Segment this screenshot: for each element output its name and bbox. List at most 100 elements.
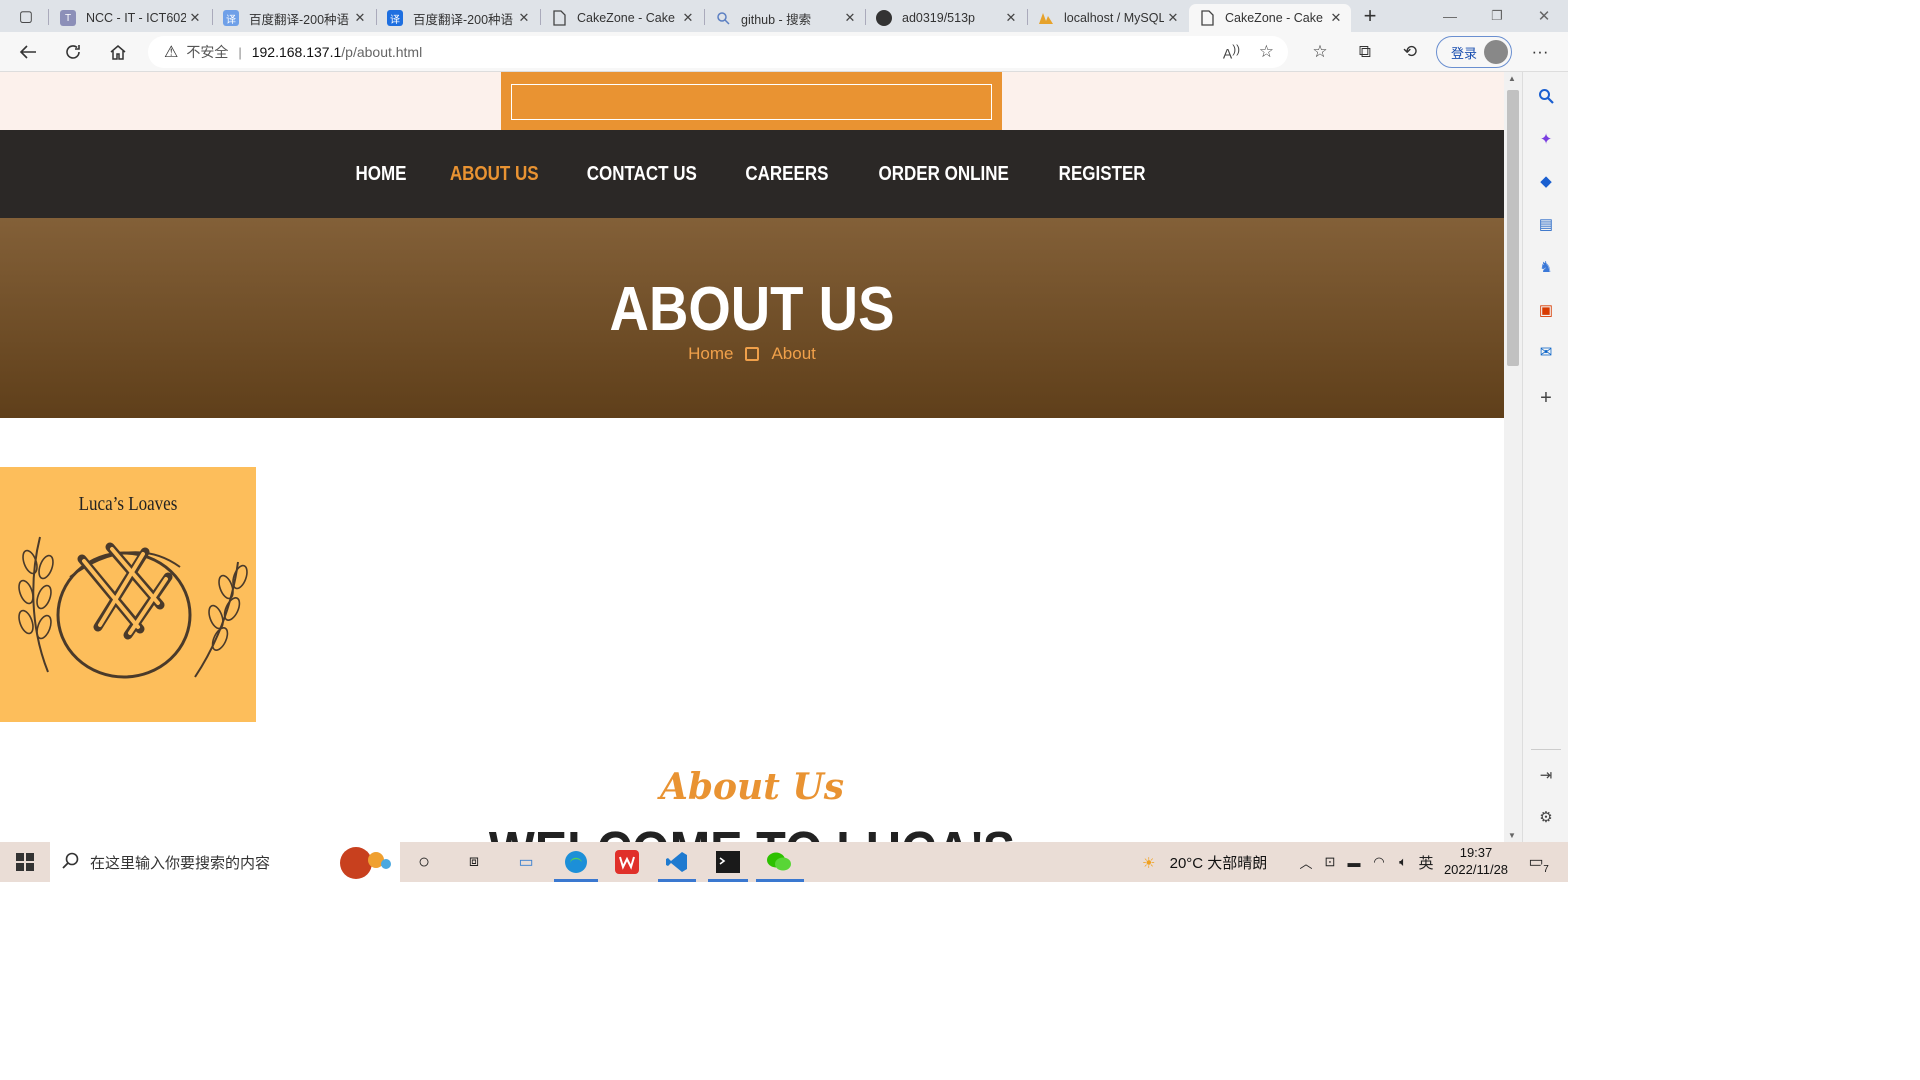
vscode-active-indicator	[658, 879, 696, 882]
sidebar-collapse-icon[interactable]: ⇥	[1536, 765, 1556, 785]
edge-active-indicator	[554, 879, 598, 882]
wps-office-icon[interactable]	[613, 848, 641, 876]
page-scrollbar[interactable]: ▲ ▼	[1504, 72, 1522, 842]
login-button[interactable]: 登录	[1436, 36, 1512, 68]
tab-1[interactable]: T NCC - IT - ICT602 ✕	[50, 4, 210, 32]
sidebar-outlook-icon[interactable]: ✉	[1536, 342, 1556, 362]
sidebar-shopping-icon[interactable]: ◆	[1536, 171, 1556, 191]
nav-order-online[interactable]: ORDER ONLINE	[878, 163, 1008, 186]
wechat-icon[interactable]	[765, 848, 793, 876]
tab-title: CakeZone - Cake	[577, 11, 675, 25]
windows-taskbar: 在这里输入你要搜索的内容 ○ ⧈ ▭ ☀ 20°C 大部晴朗 ︿ ⊡ ▬ ◠ 🔈…	[0, 842, 1568, 882]
section-heading: WELCOME TO LUCA'S	[75, 820, 1429, 842]
windows-start-icon[interactable]	[11, 848, 39, 876]
terminal-icon[interactable]	[714, 848, 742, 876]
tab-5[interactable]: github - 搜索 ✕	[705, 4, 865, 32]
url-path[interactable]: /p/about.html	[341, 44, 422, 60]
close-icon[interactable]: ✕	[1327, 10, 1345, 26]
nav-home[interactable]: HOME	[355, 163, 406, 186]
clock-time: 19:37	[1459, 845, 1493, 860]
refresh-icon[interactable]	[59, 38, 87, 66]
restore-icon[interactable]: ❐	[1483, 2, 1511, 30]
scroll-down-icon[interactable]: ▼	[1508, 831, 1516, 840]
url-divider: |	[238, 44, 242, 60]
tab-6[interactable]: ad0319/513p ✕	[866, 4, 1026, 32]
page-title: ABOUT US	[609, 275, 895, 344]
tab-strip: ▢ T NCC - IT - ICT602 ✕ 译 百度翻译-200种语 ✕ 译…	[0, 0, 1568, 32]
bakery-logo-image: Luca’s Loaves	[0, 467, 256, 722]
close-icon[interactable]: ✕	[1164, 10, 1182, 26]
favorites-icon[interactable]: ☆	[1306, 38, 1334, 66]
sidebar-tools-icon[interactable]: ▤	[1536, 214, 1556, 234]
page-icon	[551, 10, 567, 26]
taskbar-search-placeholder: 在这里输入你要搜索的内容	[90, 854, 271, 872]
tab-title: 百度翻译-200种语	[413, 12, 514, 27]
logo-banner	[501, 72, 1002, 130]
scroll-up-icon[interactable]: ▲	[1508, 74, 1516, 83]
minimize-icon[interactable]: —	[1436, 2, 1464, 30]
close-icon[interactable]: ✕	[841, 10, 859, 26]
more-options-icon[interactable]: ···	[1526, 38, 1554, 66]
search-highlight-icon	[334, 846, 392, 880]
taskbar-search-input[interactable]: 在这里输入你要搜索的内容	[50, 842, 400, 882]
sidebar-office-icon[interactable]: ▣	[1536, 300, 1556, 320]
close-icon[interactable]: ✕	[1002, 10, 1020, 26]
main-nav: HOME ABOUT US CONTACT US CAREERS ORDER O…	[0, 130, 1504, 218]
page-header: ABOUT US Home About	[0, 218, 1504, 418]
window-close-icon[interactable]: ✕	[1530, 2, 1558, 30]
read-aloud-icon[interactable]: A))	[1223, 43, 1240, 62]
tab-favicon: 译	[387, 10, 403, 26]
web-page: HOME ABOUT US CONTACT US CAREERS ORDER O…	[0, 72, 1504, 842]
nav-contact-us[interactable]: CONTACT US	[587, 163, 697, 186]
tab-title: NCC - IT - ICT602	[86, 11, 186, 25]
security-label[interactable]: 不安全	[186, 42, 228, 62]
close-icon[interactable]: ✕	[186, 10, 204, 26]
home-icon[interactable]	[104, 38, 132, 66]
back-icon[interactable]	[14, 38, 42, 66]
sidebar-add-icon[interactable]: +	[1536, 387, 1556, 409]
tab-separator	[48, 9, 49, 25]
task-view-icon[interactable]: ⧈	[460, 848, 488, 876]
warning-icon[interactable]: ⚠	[164, 42, 178, 62]
sidebar-divider	[1531, 749, 1561, 750]
taskbar-clock[interactable]: 19:37 2022/11/28	[1436, 844, 1516, 878]
search-icon	[62, 852, 80, 874]
tab-title: localhost / MySQL	[1064, 11, 1164, 25]
file-explorer-icon[interactable]: ▭	[512, 848, 540, 876]
close-icon[interactable]: ✕	[515, 10, 533, 26]
nav-about-us[interactable]: ABOUT US	[450, 163, 539, 186]
new-tab-icon[interactable]: +	[1356, 2, 1384, 30]
history-icon[interactable]: ⟲	[1396, 38, 1424, 66]
url-field[interactable]: ⚠ 不安全 | 192.168.137.1 /p/about.html A)) …	[148, 36, 1288, 68]
github-icon	[876, 10, 892, 26]
tab-actions-icon[interactable]: ▢	[12, 2, 40, 30]
battery-icon[interactable]: ▬	[1340, 848, 1368, 876]
sidebar-games-icon[interactable]: ♞	[1536, 257, 1556, 277]
wechat-active-indicator	[756, 879, 804, 882]
close-icon[interactable]: ✕	[679, 10, 697, 26]
tab-3[interactable]: 译 百度翻译-200种语 ✕	[377, 4, 539, 32]
sidebar-discover-icon[interactable]: ✦	[1536, 129, 1556, 149]
tab-favicon: 译	[223, 10, 239, 26]
page-icon	[1199, 10, 1215, 26]
sidebar-search-icon[interactable]	[1536, 86, 1556, 106]
tab-7[interactable]: localhost / MySQL ✕	[1028, 4, 1188, 32]
collections-icon[interactable]: ⧉	[1351, 38, 1379, 66]
tab-4[interactable]: CakeZone - Cake ✕	[541, 4, 703, 32]
breadcrumb-home[interactable]: Home	[688, 344, 733, 364]
weather-widget[interactable]: ☀ 20°C 大部晴朗	[1142, 852, 1267, 873]
nav-register[interactable]: REGISTER	[1059, 163, 1146, 186]
edge-browser-icon[interactable]	[562, 848, 590, 876]
url-host[interactable]: 192.168.137.1	[252, 44, 342, 60]
terminal-active-indicator	[708, 879, 748, 882]
vscode-icon[interactable]	[663, 848, 691, 876]
scrollbar-thumb[interactable]	[1507, 90, 1519, 366]
tab-8-active[interactable]: CakeZone - Cake ✕	[1189, 4, 1351, 32]
add-favorite-icon[interactable]: ☆	[1259, 42, 1274, 62]
nav-careers[interactable]: CAREERS	[745, 163, 828, 186]
close-icon[interactable]: ✕	[351, 10, 369, 26]
cortana-icon[interactable]: ○	[410, 848, 438, 876]
browser-sidebar: ✦ ◆ ▤ ♞ ▣ ✉ + ⇥ ⚙	[1522, 72, 1568, 842]
sidebar-settings-icon[interactable]: ⚙	[1536, 807, 1556, 827]
tab-2[interactable]: 译 百度翻译-200种语 ✕	[213, 4, 375, 32]
